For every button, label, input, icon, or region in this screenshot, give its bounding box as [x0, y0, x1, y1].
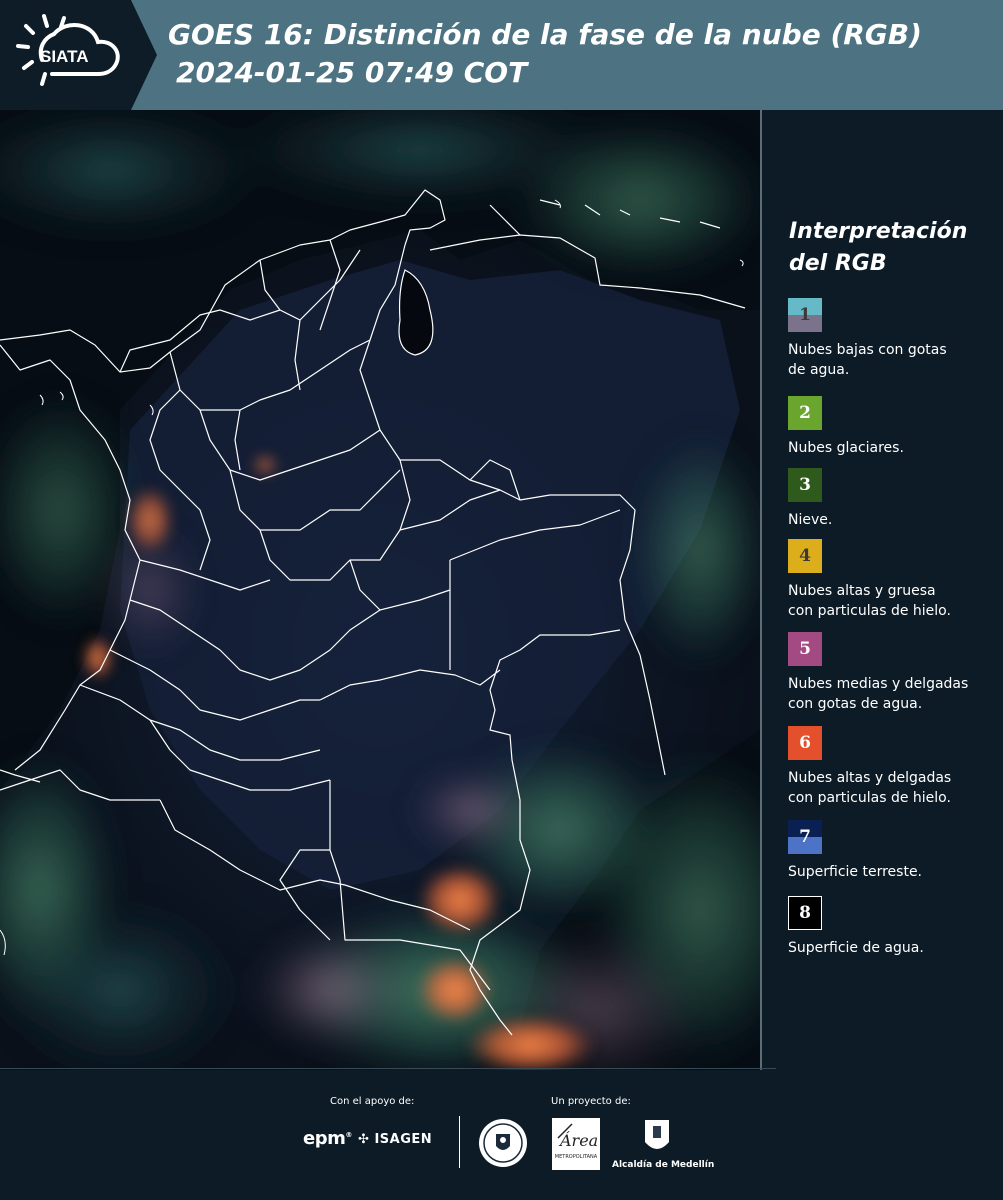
- legend-swatch-4: 4: [788, 539, 822, 573]
- legend-swatch-8: 8: [788, 896, 822, 930]
- legend-label-5: Nubes medias y delgadas con gotas de agu…: [788, 676, 969, 712]
- area-metropolitana-logo: Área METROPOLITANA: [552, 1118, 600, 1170]
- legend-label-1: Nubes bajas con gotas de agua.: [788, 342, 947, 378]
- project-label: Un proyecto de:: [551, 1096, 631, 1107]
- epm-logo: epm®: [303, 1128, 352, 1149]
- medellin-label: Alcaldía de Medellín: [612, 1160, 715, 1170]
- page-title: GOES 16: Distinción de la fase de la nub…: [168, 18, 922, 51]
- legend-item-8: 8 Superficie de agua.: [788, 896, 998, 958]
- legend-item-4: 4 Nubes altas y gruesa con particulas de…: [788, 539, 998, 621]
- siata-logo-text: SIATA: [40, 47, 88, 66]
- header-bar: SIATA GOES 16: Distinción de la fase de …: [0, 0, 1003, 110]
- seal-logo-icon: [479, 1119, 527, 1167]
- medellin-shield-icon: [645, 1120, 669, 1149]
- legend-item-7: 7 Superficie terreste.: [788, 820, 998, 882]
- legend-item-6: 6 Nubes altas y delgadas con particulas …: [788, 726, 998, 808]
- isagen-icon: ✣: [358, 1132, 370, 1147]
- legend-label-8: Superficie de agua.: [788, 940, 924, 956]
- support-label: Con el apoyo de:: [330, 1096, 415, 1107]
- area-logo-subtext: METROPOLITANA: [555, 1154, 598, 1160]
- legend-swatch-1: 1: [788, 298, 822, 332]
- siata-logo-icon: SIATA: [16, 14, 120, 86]
- legend-swatch-6: 6: [788, 726, 822, 760]
- legend-item-5: 5 Nubes medias y delgadas con gotas de a…: [788, 632, 998, 714]
- page-timestamp: 2024-01-25 07:49 COT: [176, 56, 528, 89]
- footer-divider: [459, 1116, 460, 1168]
- legend-label-6: Nubes altas y delgadas con particulas de…: [788, 770, 952, 806]
- header-chevron: [127, 0, 157, 110]
- legend-swatch-2: 2: [788, 396, 822, 430]
- footer-separator: [0, 1068, 776, 1069]
- legend-label-2: Nubes glaciares.: [788, 440, 904, 456]
- legend-label-4: Nubes altas y gruesa con particulas de h…: [788, 583, 951, 619]
- legend-label-3: Nieve.: [788, 512, 833, 528]
- legend-title: Interpretación del RGB: [789, 219, 968, 276]
- satellite-map[interactable]: [0, 110, 762, 1070]
- isagen-logo: ✣ ISAGEN: [358, 1132, 433, 1147]
- legend-swatch-5: 5: [788, 632, 822, 666]
- area-metropolitana-icon: Área METROPOLITANA: [555, 1123, 598, 1160]
- legend-item-2: 2 Nubes glaciares.: [788, 396, 998, 458]
- legend-item-1: 1 Nubes bajas con gotas de agua.: [788, 298, 998, 380]
- legend-label-7: Superficie terreste.: [788, 864, 923, 880]
- legend-item-3: 3 Nieve.: [788, 468, 998, 530]
- legend-swatch-3: 3: [788, 468, 822, 502]
- satellite-rgb-image: [0, 110, 760, 1070]
- siata-logo-box: SIATA: [0, 0, 128, 110]
- legend-swatch-7: 7: [788, 820, 822, 854]
